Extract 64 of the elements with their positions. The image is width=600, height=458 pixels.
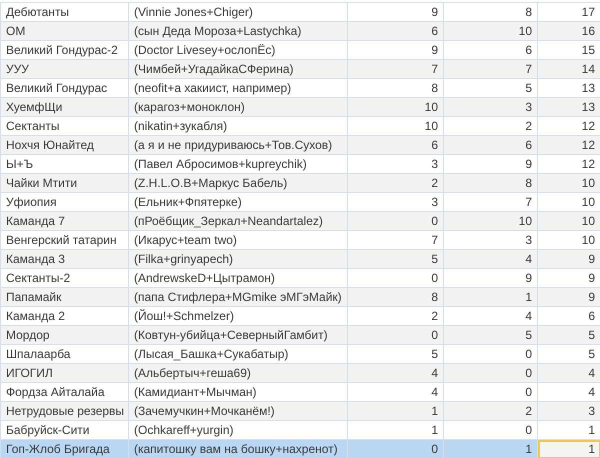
table-cell[interactable]: 6 bbox=[348, 136, 444, 154]
table-cell[interactable]: 7 bbox=[348, 60, 444, 78]
table-cell[interactable]: 4 bbox=[538, 364, 600, 382]
table-cell[interactable]: Каманда 7 bbox=[0, 212, 128, 230]
table-cell[interactable]: (капитошку вам на бошку+нахренот) bbox=[128, 440, 348, 458]
table-cell[interactable]: ИГОГИЛ bbox=[0, 364, 128, 382]
table-cell[interactable]: 0 bbox=[348, 326, 444, 344]
table-cell[interactable]: (папа Стифлера+MGmike эМГэМайк) bbox=[128, 288, 348, 306]
table-cell[interactable]: (пРоёбщик_Зеркал+Neandartalez) bbox=[128, 212, 348, 230]
table-cell[interactable]: (Filka+grinyapech) bbox=[128, 250, 348, 268]
table-cell[interactable]: Нетрудовые резервы bbox=[0, 402, 128, 420]
table-cell[interactable]: 12 bbox=[538, 136, 600, 154]
table-cell[interactable]: 4 bbox=[444, 250, 538, 268]
table-cell[interactable]: 6 bbox=[444, 136, 538, 154]
table-cell[interactable]: ХуемфЩи bbox=[0, 98, 128, 116]
table-cell[interactable]: (а я и не придуриваюсь+Тов.Сухов) bbox=[128, 136, 348, 154]
table-cell[interactable]: Дебютанты bbox=[0, 2, 128, 22]
table-cell[interactable]: 7 bbox=[444, 60, 538, 78]
table-cell[interactable]: 6 bbox=[348, 22, 444, 40]
table-cell[interactable]: (Зачемучкин+Мочканём!) bbox=[128, 402, 348, 420]
table-cell[interactable]: 10 bbox=[538, 174, 600, 192]
table-cell[interactable]: 10 bbox=[538, 212, 600, 230]
table-cell[interactable]: (Альбертыч+геша69) bbox=[128, 364, 348, 382]
table-cell[interactable]: Нохчя Юнайтед bbox=[0, 136, 128, 154]
table-cell[interactable]: 16 bbox=[538, 22, 600, 40]
table-cell[interactable]: 9 bbox=[538, 250, 600, 268]
table-cell[interactable]: 5 bbox=[348, 250, 444, 268]
table-cell[interactable]: 1 bbox=[444, 288, 538, 306]
table-cell[interactable]: 4 bbox=[348, 364, 444, 382]
table-cell[interactable]: 8 bbox=[348, 288, 444, 306]
table-cell[interactable]: 10 bbox=[348, 98, 444, 116]
table-cell[interactable]: ОМ bbox=[0, 22, 128, 40]
table-cell[interactable]: 3 bbox=[538, 402, 600, 420]
table-cell[interactable]: (сын Деда Мороза+Lastychka) bbox=[128, 22, 348, 40]
table-cell[interactable]: 2 bbox=[348, 174, 444, 192]
table-cell[interactable]: 10 bbox=[444, 212, 538, 230]
table-cell[interactable]: Каманда 3 bbox=[0, 250, 128, 268]
table-cell[interactable]: 9 bbox=[538, 288, 600, 306]
table-cell[interactable]: 14 bbox=[538, 60, 600, 78]
table-cell[interactable]: (Чимбей+УгадайкаСФерина) bbox=[128, 60, 348, 78]
table-cell[interactable]: 1 bbox=[538, 440, 600, 458]
table-cell[interactable]: 5 bbox=[444, 326, 538, 344]
table-cell[interactable]: 9 bbox=[348, 2, 444, 22]
table-cell[interactable]: 10 bbox=[444, 22, 538, 40]
table-cell[interactable]: (Ковтун-убийца+СеверныйГамбит) bbox=[128, 326, 348, 344]
table-cell[interactable]: 3 bbox=[444, 98, 538, 116]
table-cell[interactable]: 5 bbox=[538, 326, 600, 344]
table-cell[interactable]: (карагоз+моноклон) bbox=[128, 98, 348, 116]
table-cell[interactable]: 0 bbox=[348, 440, 444, 458]
table-cell[interactable]: 0 bbox=[348, 212, 444, 230]
table-cell[interactable]: 1 bbox=[444, 440, 538, 458]
table-cell[interactable]: Гоп-Жлоб Бригада bbox=[0, 440, 128, 458]
table-cell[interactable]: УУУ bbox=[0, 60, 128, 78]
table-cell[interactable]: 2 bbox=[444, 402, 538, 420]
table-cell[interactable]: 8 bbox=[444, 174, 538, 192]
table-cell[interactable]: Чайки Мтити bbox=[0, 174, 128, 192]
table-cell[interactable]: Мордор bbox=[0, 326, 128, 344]
table-cell[interactable]: 8 bbox=[444, 2, 538, 22]
table-cell[interactable]: Папамайк bbox=[0, 288, 128, 306]
table-cell[interactable]: 0 bbox=[444, 364, 538, 382]
table-cell[interactable]: 13 bbox=[538, 98, 600, 116]
table-cell[interactable]: (Vinnie Jones+Chiger) bbox=[128, 2, 348, 22]
table-cell[interactable]: 1 bbox=[348, 402, 444, 420]
table-cell[interactable]: (Z.H.L.O.B+Маркус Бабель) bbox=[128, 174, 348, 192]
